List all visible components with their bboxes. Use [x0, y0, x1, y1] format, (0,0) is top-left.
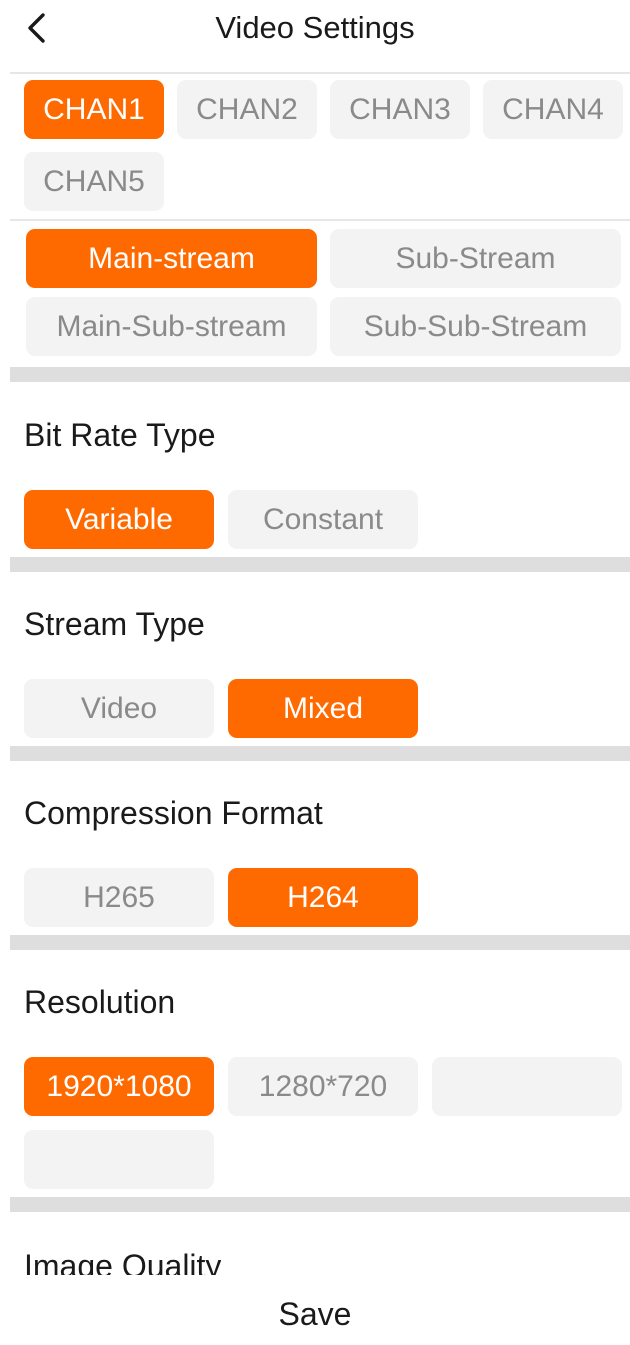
section-separator [10, 367, 630, 382]
image-quality-label: Image Quality [24, 1248, 222, 1275]
footer: Save [0, 1282, 630, 1345]
resolution-empty-option[interactable] [432, 1057, 622, 1116]
channel-chip-chan2[interactable]: CHAN2 [177, 80, 317, 139]
compression-h265-button[interactable]: H265 [24, 868, 214, 927]
channel-chip-chan3[interactable]: CHAN3 [330, 80, 470, 139]
bit-rate-constant-button[interactable]: Constant [228, 490, 418, 549]
compression-h264-button[interactable]: H264 [228, 868, 418, 927]
channel-chip-chan5[interactable]: CHAN5 [24, 152, 164, 211]
section-separator [10, 1197, 630, 1212]
resolution-1280x720-button[interactable]: 1280*720 [228, 1057, 418, 1116]
video-settings-page: Video Settings CHAN1 CHAN2 CHAN3 CHAN4 C… [0, 0, 630, 1345]
section-separator [10, 557, 630, 572]
channel-divider [10, 219, 630, 221]
stream-type-label: Stream Type [24, 606, 205, 642]
bit-rate-variable-button[interactable]: Variable [24, 490, 214, 549]
compression-format-label: Compression Format [24, 795, 323, 831]
resolution-1920x1080-button[interactable]: 1920*1080 [24, 1057, 214, 1116]
resolution-label: Resolution [24, 984, 176, 1020]
stream-chip-main-sub-stream[interactable]: Main-Sub-stream [26, 297, 317, 356]
stream-chip-main-stream[interactable]: Main-stream [26, 229, 317, 288]
stream-type-mixed-button[interactable]: Mixed [228, 679, 418, 738]
channel-chip-chan1[interactable]: CHAN1 [24, 80, 164, 139]
stream-chip-sub-sub-stream[interactable]: Sub-Sub-Stream [330, 297, 621, 356]
header: Video Settings [0, 0, 630, 72]
resolution-empty-option[interactable] [24, 1130, 214, 1189]
page-title: Video Settings [215, 10, 415, 45]
stream-type-video-button[interactable]: Video [24, 679, 214, 738]
save-button[interactable]: Save [215, 1292, 415, 1336]
stream-chip-sub-stream[interactable]: Sub-Stream [330, 229, 621, 288]
section-separator [10, 746, 630, 761]
channel-chip-chan4[interactable]: CHAN4 [483, 80, 623, 139]
bit-rate-type-label: Bit Rate Type [24, 417, 216, 453]
header-divider [10, 72, 630, 74]
section-separator [10, 935, 630, 950]
